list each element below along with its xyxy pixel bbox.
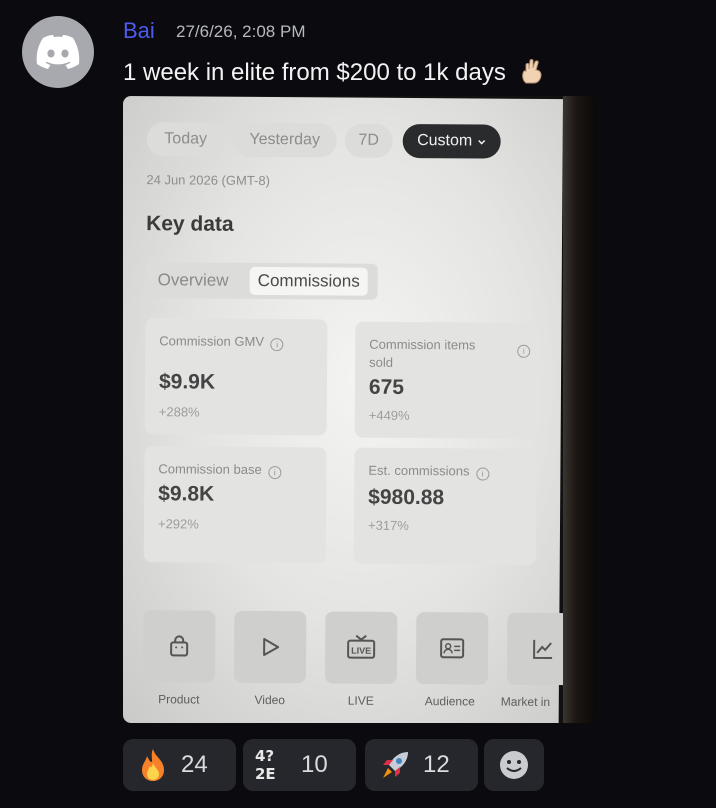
tool-audience [415,612,489,685]
card-change: +288% [158,404,200,420]
reaction-custom[interactable]: 4?2E 10 [243,739,356,791]
tool-label: Product [158,692,200,707]
section-title: Key data [146,212,234,236]
card-label: Est. commissions i [368,462,530,481]
card-value: 675 [368,375,405,399]
card-label: Commission GMV i [159,332,309,352]
rocket-icon [377,747,413,783]
id-card-icon [440,638,465,659]
discord-logo-icon [36,35,80,69]
reaction-count: 24 [181,751,208,778]
card-est-commissions: Est. commissions i $980.88 +317% [353,447,537,565]
reaction-rocket[interactable]: 12 [365,739,478,791]
card-value: $9.9K [158,370,216,394]
card-label-text: Commission base [158,461,262,477]
card-change: +317% [367,517,409,534]
tool-live: LIVE [324,611,398,684]
message-text: 1 week in elite from $200 to 1k days [123,56,547,87]
card-commission-gmv: Commission GMV i $9.9K +288% [144,318,328,436]
reaction-count: 10 [301,751,328,778]
tool-label: Video [254,692,286,708]
filter-custom: Custom [402,123,501,159]
add-reaction-icon [500,751,528,779]
tool-label: Audience [424,694,475,709]
chevron-down-icon [477,139,485,145]
timestamp: 27/6/26, 2:08 PM [176,22,306,41]
tab-overview: Overview [157,270,229,290]
card-label: Commission items sold [369,336,476,370]
avatar[interactable] [22,16,94,88]
custom-emoji-icon: 4?2E [255,747,291,783]
tool-video [233,610,307,684]
info-icon: i [476,467,490,481]
live-tv-icon: LIVE [347,634,376,659]
card-commission-items-sold: Commission items sold i 675 +449% [354,321,538,439]
phone-screen: Today Yesterday 7D Custom 24 Jun 2026 (G… [123,96,580,723]
filter-7d: 7D [344,123,393,158]
image-attachment[interactable]: Today Yesterday 7D Custom 24 Jun 2026 (G… [123,96,596,723]
reaction-count: 12 [423,751,450,778]
tool-product [142,610,216,683]
info-icon: i [517,343,531,358]
card-label-text: Est. commissions [368,462,470,479]
card-label: Commission base i [158,460,318,480]
username[interactable]: Bai [123,18,155,44]
crossed-fingers-icon [517,56,547,86]
card-change: +292% [157,516,199,532]
custom-emoji-text: 4?2E [255,747,276,783]
info-icon: i [268,466,282,480]
card-change: +449% [368,407,410,424]
filter-yesterday: Yesterday [232,122,337,158]
tab-commissions: Commissions [249,266,368,296]
shopping-bag-icon [170,635,189,657]
filter-custom-label: Custom [417,132,473,150]
date-range: 24 Jun 2026 (GMT-8) [146,172,271,189]
live-tv-text: LIVE [351,646,371,656]
card-label-text: Commission GMV [159,333,265,349]
card-commission-base: Commission base i $9.8K +292% [143,446,327,564]
info-icon: i [270,338,284,352]
message-body: 1 week in elite from $200 to 1k days [123,59,506,86]
filter-today: Today [146,122,225,157]
card-value: $9.8K [158,482,215,506]
add-reaction-button[interactable] [484,739,544,791]
fire-icon [135,747,171,783]
chart-icon [533,639,553,660]
play-icon [263,637,280,656]
card-value: $980.88 [368,485,445,510]
tab-switcher: Overview Commissions [145,262,378,300]
tool-label: LIVE [347,693,374,708]
reaction-fire[interactable]: 24 [123,739,236,791]
phone-edge [563,96,596,723]
